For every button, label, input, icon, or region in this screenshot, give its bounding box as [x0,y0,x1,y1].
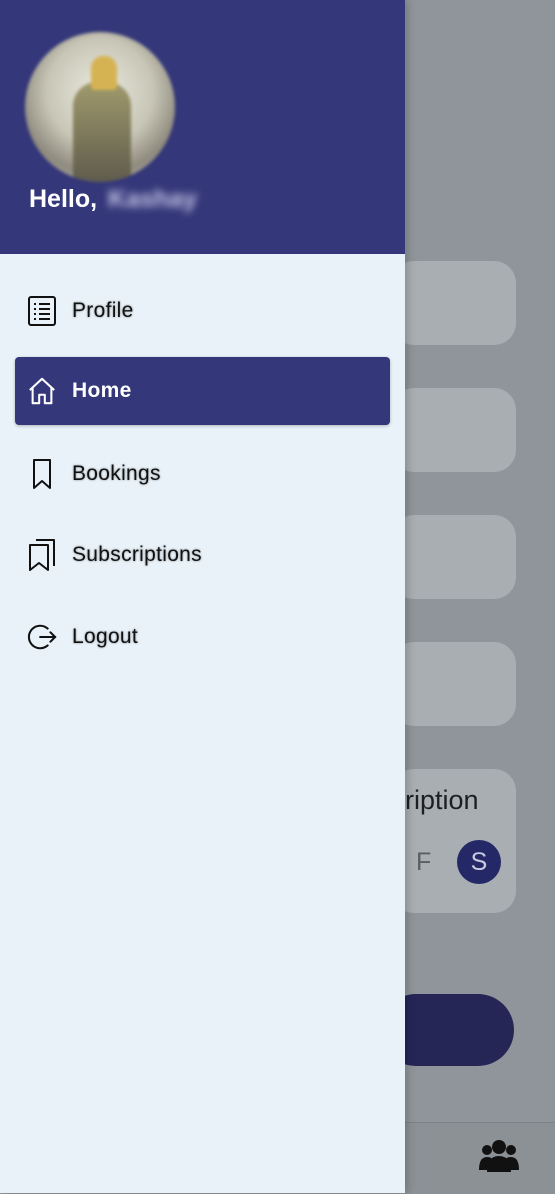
home-icon [27,374,57,408]
profile-list-icon [27,294,57,328]
avatar[interactable] [25,32,175,182]
background-card[interactable] [392,261,516,345]
background-card[interactable] [392,388,516,472]
day-f: F [416,848,432,876]
menu-label-subscriptions: Subscriptions [72,543,202,566]
menu-item-home[interactable]: Home [15,357,390,425]
menu-item-profile[interactable]: Profile [15,277,390,345]
users-icon[interactable] [479,1138,519,1179]
menu-item-bookings[interactable]: Bookings [15,440,390,508]
day-s-badge[interactable]: S [457,840,501,884]
menu-label-logout: Logout [72,625,139,648]
greeting-label: Hello, [29,185,98,213]
menu-label-profile: Profile [72,299,134,322]
subscription-title: ription [405,785,479,815]
menu-label-bookings: Bookings [72,462,161,485]
navigation-drawer: Hello, Kashay Profile Home Bookings Subs… [0,0,405,1193]
drawer-header: Hello, Kashay [0,0,405,254]
background-card[interactable] [392,515,516,599]
logout-icon [27,620,57,654]
greeting: Hello, Kashay [29,185,197,214]
menu-item-subscriptions[interactable]: Subscriptions [15,521,390,589]
menu-item-logout[interactable]: Logout [15,603,390,671]
background-card[interactable] [392,642,516,726]
bookmarks-icon [27,538,57,572]
menu-label-home: Home [72,379,132,402]
user-name: Kashay [108,185,197,213]
bookmark-icon [27,457,57,491]
